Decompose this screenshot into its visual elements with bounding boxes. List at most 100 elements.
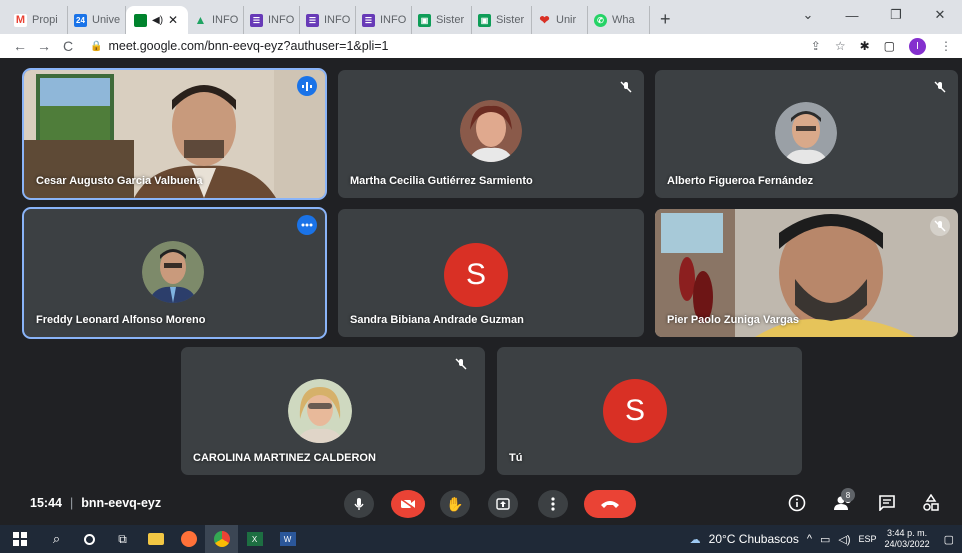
weather-icon[interactable]: ☁ <box>690 533 701 546</box>
menu-kebab-icon[interactable]: ⋮ <box>940 39 952 53</box>
participant-tile[interactable]: S Sandra Bibiana Andrade Guzman <box>338 209 644 337</box>
people-button[interactable]: 8 <box>832 488 855 514</box>
search-icon: ⌕ <box>52 531 61 546</box>
participant-tile[interactable]: Alberto Figueroa Fernández <box>655 70 958 198</box>
bookmark-star-icon[interactable]: ☆ <box>835 39 846 53</box>
task-view-icon: ⧉ <box>118 531 127 546</box>
browser-tab[interactable]: ☰ INFO <box>244 6 300 34</box>
end-call-button[interactable] <box>584 490 636 518</box>
lock-icon[interactable]: 🔒 <box>90 41 102 52</box>
tab-title: Unive <box>92 14 121 26</box>
mic-off-icon <box>930 77 950 97</box>
participant-tile[interactable]: Pier Paolo Zuniga Vargas <box>655 209 958 337</box>
excel-icon: X <box>246 532 263 546</box>
close-icon[interactable]: ✕ <box>168 13 178 27</box>
window-controls: ⌄ — ❐ ✕ <box>786 0 962 30</box>
camera-off-button[interactable] <box>391 490 425 518</box>
mic-off-icon <box>930 216 950 236</box>
browser-tab[interactable]: ✆ Wha <box>588 6 650 34</box>
cortana-icon <box>84 533 95 545</box>
new-tab-button[interactable]: + <box>650 6 681 34</box>
clock-date: 24/03/2022 <box>884 539 930 549</box>
clock-time: 3:44 p. m. <box>887 528 928 538</box>
meeting-details-button[interactable] <box>786 492 808 514</box>
browser-tab[interactable]: ❤ Unir <box>532 6 588 34</box>
meet-control-bar: 15:44 | bnn-eevq-eyz ✋ 8 <box>0 482 962 525</box>
audio-playing-icon[interactable]: ◀) <box>152 15 163 26</box>
browser-tab[interactable]: M Propi <box>8 6 68 34</box>
participant-tile[interactable]: Martha Cecilia Gutiérrez Sarmiento <box>338 70 644 198</box>
clock[interactable]: 3:44 p. m. 24/03/2022 <box>885 528 930 550</box>
forms-icon: ☰ <box>250 13 263 27</box>
address-bar[interactable]: 🔒 meet.google.com/bnn-eevq-eyz?authuser=… <box>90 35 811 57</box>
browser-tab[interactable]: ▣ Sister <box>412 6 472 34</box>
network-icon[interactable]: ▭ <box>820 533 830 546</box>
more-options-icon[interactable] <box>297 215 317 235</box>
calendar-icon: 24 <box>74 13 87 27</box>
raise-hand-button[interactable]: ✋ <box>440 490 470 518</box>
participant-avatar <box>288 379 352 443</box>
file-explorer-button[interactable] <box>139 525 172 553</box>
browser-tab[interactable]: 24 Unive <box>68 6 126 34</box>
meet-icon <box>134 13 147 27</box>
cortana-button[interactable] <box>73 525 106 553</box>
browser-tab[interactable]: ☰ INFO <box>356 6 412 34</box>
browser-tab-strip: M Propi 24 Unive ◀) ✕ ▲ INFO ☰ INFO ☰ IN… <box>0 0 962 34</box>
close-window-button[interactable]: ✕ <box>918 7 962 23</box>
tray-expand-icon[interactable]: ^ <box>807 533 812 545</box>
phone-hangup-icon <box>601 501 619 508</box>
participant-tile[interactable]: Freddy Leonard Alfonso Moreno <box>22 207 327 339</box>
mic-button[interactable] <box>344 490 374 518</box>
search-button[interactable]: ⌕ <box>40 525 73 553</box>
volume-icon[interactable]: ◁) <box>838 533 850 546</box>
mic-off-icon <box>616 77 636 97</box>
tab-title: Sister <box>436 14 465 26</box>
meeting-info: 15:44 | bnn-eevq-eyz <box>30 496 161 510</box>
browser-tab[interactable]: ▣ Sister <box>472 6 532 34</box>
participant-tile[interactable]: Cesar Augusto Garcia Valbuena <box>22 68 327 200</box>
language-indicator[interactable]: ESP <box>859 534 877 544</box>
chat-button[interactable] <box>876 492 898 514</box>
start-button[interactable] <box>0 525 40 553</box>
word-icon: W <box>279 532 296 546</box>
restore-button[interactable]: ❐ <box>874 7 918 23</box>
minimize-button[interactable]: — <box>830 8 874 23</box>
participant-tile[interactable]: CAROLINA MARTINEZ CALDERON <box>181 347 485 475</box>
speaking-indicator-icon <box>297 76 317 96</box>
tab-title: Unir <box>556 14 577 26</box>
tab-title: Propi <box>32 14 58 26</box>
activities-button[interactable] <box>920 492 942 514</box>
browser-tab[interactable]: ▲ INFO <box>188 6 244 34</box>
share-icon[interactable]: ⇪ <box>811 39 821 53</box>
chat-icon <box>879 495 895 511</box>
chrome-button[interactable] <box>205 525 238 553</box>
tab-search-icon[interactable]: ⌄ <box>786 7 830 23</box>
reload-icon[interactable]: C <box>56 38 80 54</box>
more-options-button[interactable] <box>538 490 568 518</box>
notifications-icon[interactable]: ▢ <box>944 533 954 546</box>
sidepanel-icon[interactable]: ▢ <box>884 39 895 53</box>
present-icon <box>496 498 510 510</box>
forward-icon[interactable]: → <box>32 38 56 54</box>
word-button[interactable]: W <box>271 525 304 553</box>
browser-tab[interactable]: ☰ INFO <box>300 6 356 34</box>
present-screen-button[interactable] <box>488 490 518 518</box>
weather-text[interactable]: 20°C Chubascos <box>709 532 799 546</box>
participant-count-badge: 8 <box>841 488 855 502</box>
meeting-time: 15:44 <box>30 496 62 510</box>
back-icon[interactable]: ← <box>8 38 32 54</box>
classroom-icon: ▣ <box>478 13 491 27</box>
extensions-icon[interactable]: ✱ <box>860 39 870 53</box>
whatsapp-icon: ✆ <box>594 13 607 27</box>
toolbar-icons: ⇪ ☆ ✱ ▢ I ⋮ <box>811 37 962 55</box>
firefox-button[interactable] <box>172 525 205 553</box>
browser-tab-active[interactable]: ◀) ✕ <box>126 6 188 34</box>
activities-icon <box>923 494 939 511</box>
task-view-button[interactable]: ⧉ <box>106 525 139 553</box>
participant-name: Freddy Leonard Alfonso Moreno <box>36 314 206 326</box>
self-tile[interactable]: S Tú <box>497 347 802 475</box>
profile-avatar[interactable]: I <box>909 37 926 55</box>
excel-button[interactable]: X <box>238 525 271 553</box>
meeting-code: bnn-eevq-eyz <box>81 496 162 510</box>
participant-initial-avatar: S <box>444 243 508 307</box>
